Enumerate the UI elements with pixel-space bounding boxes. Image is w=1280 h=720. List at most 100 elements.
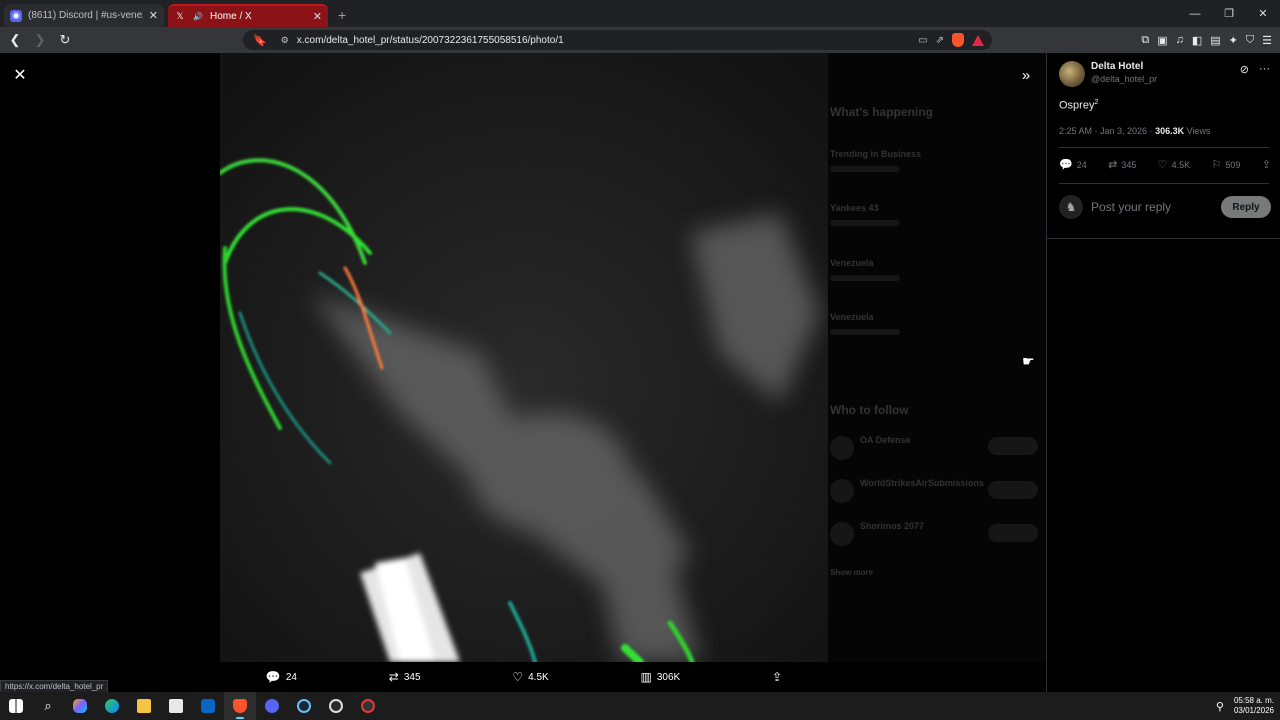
share-button[interactable]: ⇪ <box>772 670 782 684</box>
post-text-body: Osprey <box>1059 99 1095 112</box>
store-icon[interactable] <box>160 692 192 720</box>
recording-app-icon[interactable] <box>352 692 384 720</box>
post-tools: ⊘ ··· <box>1240 63 1270 76</box>
speaker-icon[interactable]: 🔊 <box>192 11 204 23</box>
share-icon[interactable]: ⇗ <box>936 35 944 46</box>
site-info-icon[interactable]: ⚙ <box>281 35 289 46</box>
whats-happening-heading: What's happening <box>830 105 933 119</box>
system-tray: ⚲ 05:58 a. m. 03/01/2026 <box>1216 692 1274 720</box>
close-window-icon[interactable]: ✕ <box>1246 0 1280 27</box>
like-count: 4.5K <box>528 671 549 683</box>
reload-icon[interactable]: ↻ <box>55 30 75 50</box>
more-options-icon[interactable]: ··· <box>1259 63 1270 76</box>
brave-shields-icon[interactable] <box>952 33 964 47</box>
new-tab-button[interactable]: + <box>338 7 346 23</box>
mail-icon[interactable] <box>192 692 224 720</box>
share-button[interactable]: ⇪ <box>1262 158 1271 171</box>
grok-icon[interactable]: ⊘ <box>1240 63 1249 76</box>
tab-discord[interactable]: ◉ (8611) Discord | #us-venezuela-discu ✕ <box>4 4 164 27</box>
repost-icon: ⇄ <box>1108 159 1118 171</box>
tab-title: Home / X <box>210 11 252 22</box>
tab-close-icon[interactable]: ✕ <box>149 9 158 22</box>
minimize-icon[interactable]: — <box>1178 0 1212 27</box>
menu-icon[interactable]: ☰ <box>1262 34 1272 47</box>
brave-browser-icon[interactable] <box>224 692 256 720</box>
discord-icon[interactable] <box>256 692 288 720</box>
handle[interactable]: @delta_hotel_pr <box>1091 74 1157 84</box>
repost-button[interactable]: ⇄ 345 <box>389 670 421 684</box>
reply-button[interactable]: 💬 24 <box>1059 158 1087 171</box>
reply-submit-button[interactable]: Reply <box>1221 196 1271 218</box>
network-icon[interactable]: ⚲ <box>1216 700 1224 713</box>
copilot-icon[interactable] <box>64 692 96 720</box>
extensions-area: ⧉ ▣ ♫ ◧ ▤ ✦ ⛉ ☰ <box>1141 27 1272 53</box>
viewer-action-bar: 💬 24 ⇄ 345 ♡ 4.5K ▥ 306K ⇪ <box>220 665 828 689</box>
clock[interactable]: 05:58 a. m. 03/01/2026 <box>1234 696 1274 716</box>
address-bar[interactable]: 🔖 ⚙ x.com/delta_hotel_pr/status/20073223… <box>243 30 992 50</box>
avatar[interactable] <box>1059 61 1085 87</box>
post-timestamp[interactable]: 2:25 AM · Jan 3, 2026 · <box>1059 126 1155 136</box>
brave-rewards-icon[interactable] <box>972 34 984 46</box>
collapse-panel-icon[interactable]: » <box>1016 65 1036 85</box>
bookmark-icon[interactable]: 🔖 <box>253 34 267 47</box>
share-icon: ⇪ <box>772 670 783 684</box>
like-button[interactable]: ♡ 4.5K <box>512 670 548 684</box>
heart-icon: ♡ <box>512 670 524 684</box>
reply-composer: ♞ Post your reply Reply <box>1059 193 1271 221</box>
repost-button[interactable]: ⇄ 345 <box>1108 158 1136 171</box>
edge-icon[interactable] <box>96 692 128 720</box>
divider <box>1059 147 1269 148</box>
vpn-icon[interactable]: ⛉ <box>1246 34 1254 47</box>
suggestion-name: OA Defense <box>860 435 911 445</box>
back-icon[interactable]: ❮ <box>5 30 25 50</box>
tab-x-home[interactable]: 𝕏 🔊 Home / X ✕ <box>168 4 328 27</box>
follow-button <box>988 437 1038 455</box>
file-explorer-icon[interactable] <box>128 692 160 720</box>
post-meta: 2:25 AM · Jan 3, 2026 · 306.3K Views <box>1059 126 1210 136</box>
tab-close-icon[interactable]: ✕ <box>313 10 322 23</box>
taskbar: ⌕ ⚲ 05:58 a. m. 03/01/2026 <box>0 692 1280 720</box>
follow-button <box>988 481 1038 499</box>
sidebar-icon[interactable]: ◧ <box>1192 34 1202 47</box>
search-icon[interactable]: ⌕ <box>32 692 64 720</box>
screenshot-icon[interactable]: ▣ <box>1157 34 1167 47</box>
show-more-link: Show more <box>830 568 874 577</box>
restore-icon[interactable]: ❐ <box>1212 0 1246 27</box>
display-name[interactable]: Delta Hotel <box>1091 61 1157 72</box>
who-to-follow-heading: Who to follow <box>830 403 909 417</box>
forward-icon[interactable]: ❯ <box>30 30 50 50</box>
reply-button[interactable]: 💬 24 <box>266 670 297 684</box>
extensions-icon[interactable]: ⧉ <box>1141 34 1149 47</box>
analytics-icon: ▥ <box>640 670 652 684</box>
reply-input[interactable]: Post your reply <box>1091 200 1221 214</box>
close-viewer-icon[interactable]: ✕ <box>10 65 30 85</box>
post-text-superscript: 2 <box>1094 99 1099 106</box>
post-stats: 💬 24 ⇄ 345 ♡ 4.5K ⚐ 509 ⇪ <box>1059 158 1271 171</box>
leo-ai-icon[interactable]: ✦ <box>1229 34 1238 47</box>
views-count: 306K <box>656 671 681 683</box>
repost-count: 345 <box>1121 159 1137 170</box>
post-detail-panel: Delta Hotel @delta_hotel_pr ⊘ ··· Osprey… <box>1046 53 1280 692</box>
clock-date: 03/01/2026 <box>1233 706 1274 715</box>
wallet-icon[interactable]: ▤ <box>1210 34 1220 47</box>
obs-icon[interactable] <box>320 692 352 720</box>
steam-icon[interactable] <box>288 692 320 720</box>
divider <box>1059 183 1269 184</box>
cast-icon[interactable]: ▭ <box>918 35 927 46</box>
like-button[interactable]: ♡ 4.5K <box>1158 158 1190 171</box>
views-label: Views <box>1184 126 1211 136</box>
discord-icon: ◉ <box>10 9 22 22</box>
tab-bar: ◉ (8611) Discord | #us-venezuela-discu ✕… <box>0 0 1280 27</box>
post-text: Osprey2 <box>1059 99 1098 112</box>
repost-icon: ⇄ <box>388 670 399 684</box>
post-photo[interactable] <box>220 53 828 662</box>
views-button[interactable]: ▥ 306K <box>641 670 681 684</box>
reply-icon: 💬 <box>1059 159 1073 171</box>
start-icon[interactable] <box>0 692 32 720</box>
media-icon[interactable]: ♫ <box>1176 34 1184 46</box>
divider <box>1047 238 1280 239</box>
heart-icon: ♡ <box>1157 159 1168 171</box>
bookmark-button[interactable]: ⚐ 509 <box>1211 158 1240 171</box>
window-controls: — ❐ ✕ <box>1178 0 1280 27</box>
post-author[interactable]: Delta Hotel @delta_hotel_pr <box>1059 61 1157 87</box>
